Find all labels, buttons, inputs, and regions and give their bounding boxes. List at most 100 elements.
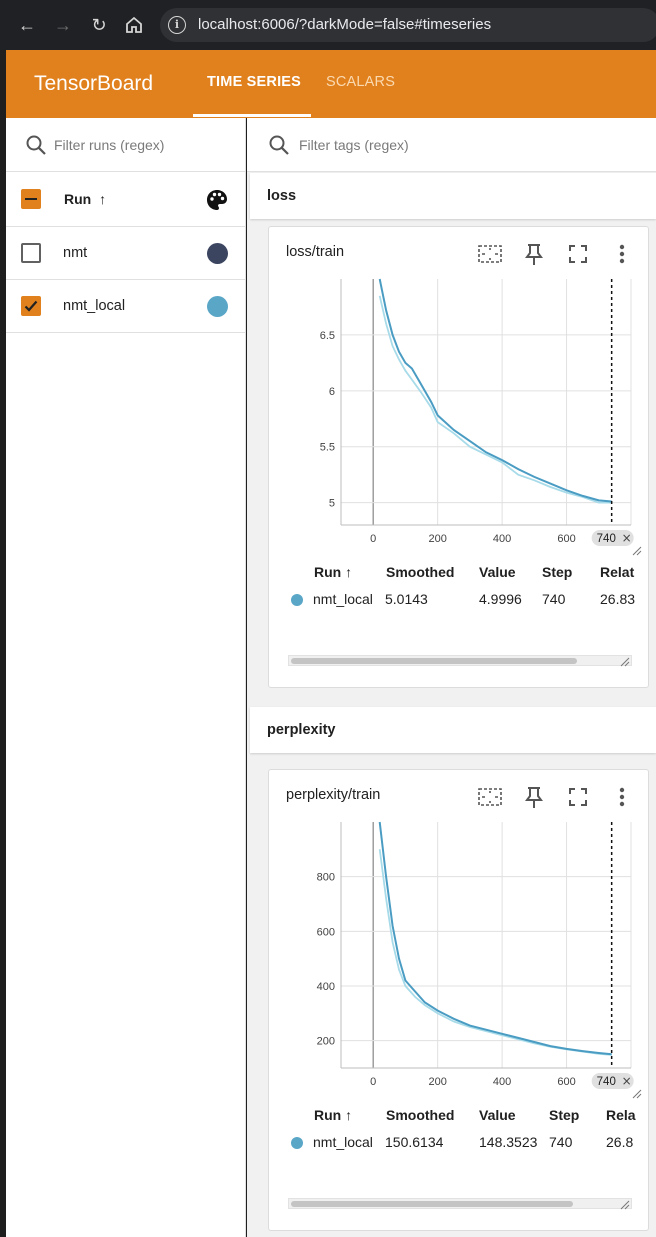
more-vert-icon[interactable] bbox=[609, 241, 635, 267]
runs-filter-input[interactable]: Filter runs (regex) bbox=[54, 137, 164, 153]
scrollbar-thumb[interactable] bbox=[291, 1201, 573, 1207]
pin-icon[interactable] bbox=[521, 241, 547, 267]
y-tick-label: 200 bbox=[317, 1036, 335, 1048]
group-title-perplexity: perplexity bbox=[267, 722, 336, 738]
y-tick-label: 800 bbox=[317, 872, 335, 884]
group-header-perplexity[interactable]: perplexity bbox=[250, 707, 656, 753]
run-label-nmt-local: nmt_local bbox=[63, 298, 126, 314]
table-horizontal-scrollbar[interactable] bbox=[288, 655, 632, 666]
y-tick-label: 5 bbox=[329, 498, 335, 510]
more-vert-icon[interactable] bbox=[609, 784, 635, 810]
resize-handle-icon[interactable] bbox=[620, 1200, 630, 1210]
run-label-nmt: nmt bbox=[63, 245, 88, 261]
x-tick-label: 400 bbox=[493, 1076, 511, 1088]
resize-handle-icon[interactable] bbox=[620, 657, 630, 667]
step-chip: 740 × bbox=[591, 530, 634, 546]
y-tick-label: 6 bbox=[329, 386, 335, 398]
x-tick-label: 0 bbox=[370, 533, 376, 545]
x-tick-label: 400 bbox=[493, 533, 511, 545]
fullscreen-icon[interactable] bbox=[565, 784, 591, 810]
header-run[interactable]: Run ↑ bbox=[314, 1107, 352, 1123]
step-chip: 740 × bbox=[591, 1073, 634, 1089]
url-text[interactable]: localhost:6006/?darkMode=false#timeserie… bbox=[198, 16, 491, 33]
run-checkbox-nmt[interactable] bbox=[21, 243, 41, 263]
tags-filter-input[interactable]: Filter tags (regex) bbox=[299, 137, 409, 153]
group-header-loss[interactable]: loss bbox=[250, 173, 656, 219]
header-run[interactable]: Run ↑ bbox=[314, 564, 352, 580]
cell-value: 4.9996 bbox=[479, 591, 522, 607]
reload-icon[interactable]: ↻ bbox=[87, 13, 111, 37]
address-bar[interactable]: i localhost:6006/?darkMode=false#timeser… bbox=[160, 8, 656, 42]
series-color-dot bbox=[291, 594, 303, 606]
tab-scalars[interactable]: SCALARS bbox=[326, 74, 395, 90]
header-step: Step bbox=[542, 564, 573, 580]
search-icon bbox=[26, 135, 46, 155]
forward-arrow-icon[interactable]: → bbox=[51, 13, 75, 37]
header-relative: Rela bbox=[606, 1107, 636, 1123]
run-color-swatch-nmt[interactable] bbox=[207, 243, 228, 264]
step-chip-label: 740 bbox=[597, 1076, 616, 1088]
group-title-loss: loss bbox=[267, 188, 297, 204]
x-tick-label: 200 bbox=[428, 533, 446, 545]
cell-relative: 26.8 bbox=[606, 1134, 634, 1150]
cell-smoothed: 5.0143 bbox=[385, 591, 428, 607]
series-color-dot bbox=[291, 1137, 303, 1149]
table-horizontal-scrollbar[interactable] bbox=[288, 1198, 632, 1209]
tags-filter[interactable]: Filter tags (regex) bbox=[247, 118, 656, 172]
checkmark-icon bbox=[24, 300, 38, 312]
header-step: Step bbox=[549, 1107, 580, 1123]
chart-resize-icon bbox=[632, 1089, 642, 1099]
run-row-nmt[interactable]: nmt bbox=[6, 227, 246, 280]
header-smoothed: Smoothed bbox=[386, 1107, 455, 1123]
x-tick-label: 0 bbox=[370, 1076, 376, 1088]
back-arrow-icon[interactable]: ← bbox=[15, 13, 39, 37]
run-checkbox-nmt-local[interactable] bbox=[21, 296, 41, 316]
active-tab-indicator bbox=[193, 114, 311, 117]
cell-run: nmt_local bbox=[313, 1134, 373, 1150]
y-tick-label: 6.5 bbox=[320, 330, 335, 342]
scrollbar-thumb[interactable] bbox=[291, 658, 577, 664]
fit-domain-icon[interactable] bbox=[477, 784, 503, 810]
x-tick-label: 200 bbox=[428, 1076, 446, 1088]
time-series-main: Filter tags (regex) loss loss/train 0 200… bbox=[247, 118, 656, 1237]
y-tick-label: 400 bbox=[317, 981, 335, 993]
card-title: perplexity/train bbox=[286, 787, 381, 803]
run-column-header[interactable]: Run ↑ bbox=[64, 191, 106, 207]
fit-domain-icon[interactable] bbox=[477, 241, 503, 267]
runs-table-header: Run ↑ bbox=[6, 172, 246, 227]
app-header: TensorBoard TIME SERIES SCALARS bbox=[6, 50, 656, 118]
line-chart-loss-train[interactable]: 0 200 400 600 5 5.5 6 6.5 740 × bbox=[269, 275, 649, 565]
header-value: Value bbox=[479, 1107, 516, 1123]
header-value: Value bbox=[479, 564, 516, 580]
cell-relative: 26.83 bbox=[600, 591, 636, 607]
cell-value: 148.3523 bbox=[479, 1134, 538, 1150]
x-tick-label: 600 bbox=[557, 533, 575, 545]
scalar-card-loss-train: loss/train 0 200 400 600 5 5.5 6 6.5 740 × Run ↑ … bbox=[268, 226, 649, 688]
cell-step: 740 bbox=[542, 591, 566, 607]
search-icon bbox=[269, 135, 289, 155]
line-chart-perplexity-train[interactable]: 0 200 400 600 200 400 600 800 740 × bbox=[269, 818, 649, 1108]
run-color-swatch-nmt-local[interactable] bbox=[207, 296, 228, 317]
scalar-card-perplexity-train: perplexity/train 0 200 400 600 200 400 600 800 7… bbox=[268, 769, 649, 1231]
card-title: loss/train bbox=[286, 244, 345, 260]
fullscreen-icon[interactable] bbox=[565, 241, 591, 267]
home-icon[interactable] bbox=[122, 13, 146, 37]
palette-icon[interactable] bbox=[206, 189, 228, 211]
run-row-nmt-local[interactable]: nmt_local bbox=[6, 280, 246, 333]
cell-step: 740 bbox=[549, 1134, 573, 1150]
site-info-icon[interactable]: i bbox=[168, 16, 186, 34]
step-chip-close-icon: × bbox=[622, 1074, 632, 1088]
run-header-label: Run bbox=[64, 191, 92, 207]
brand-title[interactable]: TensorBoard bbox=[34, 72, 153, 96]
tab-time-series[interactable]: TIME SERIES bbox=[207, 74, 301, 90]
cell-smoothed: 150.6134 bbox=[385, 1134, 444, 1150]
pin-icon[interactable] bbox=[521, 784, 547, 810]
step-chip-close-icon: × bbox=[622, 531, 632, 545]
runs-filter[interactable]: Filter runs (regex) bbox=[6, 118, 246, 172]
select-all-checkbox[interactable] bbox=[21, 189, 41, 209]
runs-sidebar: Filter runs (regex) Run ↑ nmt nmt_local bbox=[6, 118, 246, 1237]
step-chip-label: 740 bbox=[597, 533, 616, 545]
browser-toolbar: ← → ↻ i localhost:6006/?darkMode=false#t… bbox=[0, 0, 656, 50]
cell-run: nmt_local bbox=[313, 591, 373, 607]
header-relative: Relat bbox=[600, 564, 635, 580]
